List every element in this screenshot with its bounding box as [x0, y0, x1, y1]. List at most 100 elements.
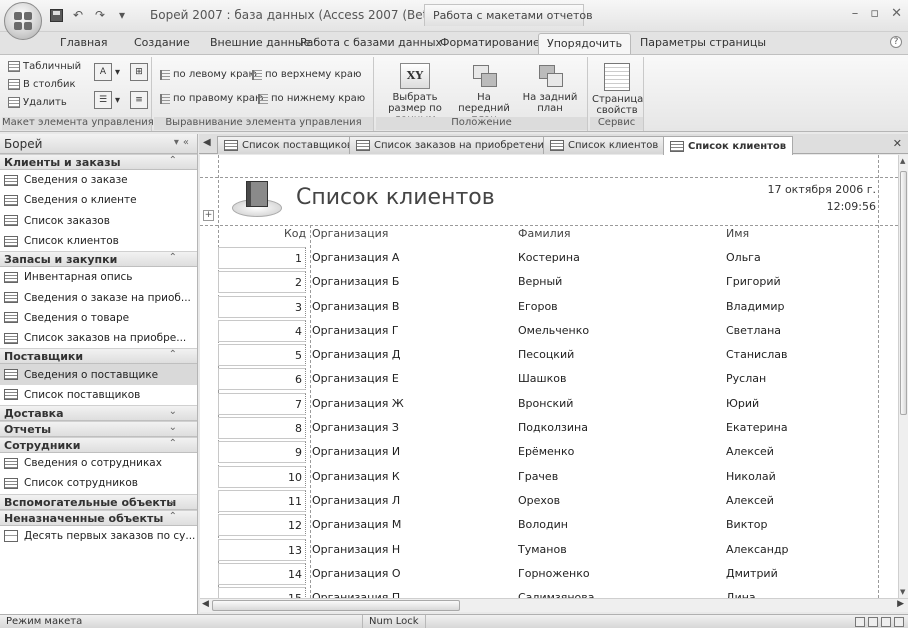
horizontal-scroll-thumb[interactable] — [212, 600, 460, 611]
row-id-cell[interactable]: 11 — [218, 489, 306, 512]
row-first-name-cell[interactable]: Екатерина — [726, 421, 788, 434]
row-last-name-cell[interactable]: Ерёменко — [518, 445, 574, 458]
remove-layout-button[interactable]: Удалить — [8, 97, 67, 108]
nav-group-header[interactable]: Неназначенные объекты ⌃ — [0, 509, 197, 526]
undo-icon[interactable]: ↶ — [70, 7, 86, 23]
nav-pane-header[interactable]: Борей ▾« — [0, 134, 197, 154]
row-last-name-cell[interactable]: Вронский — [518, 397, 573, 410]
minimize-icon[interactable]: – — [852, 6, 859, 21]
row-id-cell[interactable]: 1 — [218, 247, 306, 269]
row-organization-cell[interactable]: Организация Ж — [312, 397, 404, 410]
tabular-button[interactable]: Табличный — [8, 61, 81, 72]
row-organization-cell[interactable]: Организация И — [312, 445, 400, 458]
close-document-icon[interactable]: ✕ — [893, 137, 902, 150]
doc-tab-suppliers-list[interactable]: Список поставщиков — [217, 136, 360, 154]
size-to-fit-button[interactable]: XY Выбрать размер по данным — [382, 63, 448, 125]
vertical-scroll-thumb[interactable] — [900, 171, 907, 415]
nav-group-header[interactable]: Поставщики ⌃ — [0, 348, 197, 365]
print-preview-icon[interactable] — [868, 617, 878, 627]
office-button[interactable] — [4, 2, 42, 40]
tab-external-data[interactable]: Внешние данные — [210, 36, 310, 49]
row-id-cell[interactable]: 13 — [218, 538, 306, 561]
nav-item[interactable]: Список клиентов — [0, 231, 197, 251]
scroll-right-icon[interactable]: ▶ — [897, 599, 904, 609]
align-top-button[interactable]: по верхнему краю — [252, 69, 361, 80]
row-first-name-cell[interactable]: Дмитрий — [726, 567, 778, 580]
row-organization-cell[interactable]: Организация Л — [312, 494, 400, 507]
row-id-cell[interactable]: 15 — [218, 587, 306, 598]
row-last-name-cell[interactable]: Егоров — [518, 300, 558, 313]
row-last-name-cell[interactable]: Шашков — [518, 372, 566, 385]
row-organization-cell[interactable]: Организация О — [312, 567, 401, 580]
row-organization-cell[interactable]: Организация Е — [312, 372, 399, 385]
row-organization-cell[interactable]: Организация Н — [312, 543, 400, 556]
row-first-name-cell[interactable]: Ольга — [726, 251, 761, 264]
report-title[interactable]: Список клиентов — [296, 185, 495, 210]
tab-home[interactable]: Главная — [60, 36, 108, 49]
nav-item[interactable]: Сведения о сотрудниках — [0, 453, 197, 473]
row-first-name-cell[interactable]: Алексей — [726, 445, 774, 458]
horizontal-scrollbar[interactable]: ◀ ▶ — [200, 598, 908, 612]
scroll-up-icon[interactable]: ▲ — [900, 157, 905, 165]
row-id-cell[interactable]: 10 — [218, 465, 306, 488]
snap-to-grid-button[interactable]: ≡ — [130, 91, 148, 109]
collapse-chevron-icon[interactable]: ⌃ — [169, 155, 177, 166]
bring-to-front-button[interactable]: На передний план — [452, 63, 516, 125]
row-last-name-cell[interactable]: Костерина — [518, 251, 580, 264]
nav-item[interactable]: Сведения о клиенте — [0, 190, 197, 210]
row-first-name-cell[interactable]: Алексей — [726, 494, 774, 507]
row-organization-cell[interactable]: Организация К — [312, 470, 400, 483]
row-last-name-cell[interactable]: Верный — [518, 275, 562, 288]
row-first-name-cell[interactable]: Юрий — [726, 397, 759, 410]
nav-collapse-icon[interactable]: « — [183, 137, 193, 148]
row-id-cell[interactable]: 7 — [218, 392, 306, 415]
row-first-name-cell[interactable]: Николай — [726, 470, 776, 483]
row-id-cell[interactable]: 12 — [218, 514, 306, 537]
expand-chevron-icon[interactable]: ⌄ — [169, 406, 177, 417]
nav-item[interactable]: Список сотрудников — [0, 473, 197, 493]
align-left-button[interactable]: по левому краю — [160, 69, 257, 80]
nav-item[interactable]: Инвентарная опись — [0, 267, 197, 287]
nav-dropdown-icon[interactable]: ▾ — [174, 137, 183, 148]
stacked-button[interactable]: В столбик — [8, 79, 76, 90]
row-last-name-cell[interactable]: Горноженко — [518, 567, 590, 580]
report-datetime[interactable]: 17 октября 2006 г. 12:09:56 — [767, 181, 876, 215]
row-organization-cell[interactable]: Организация А — [312, 251, 399, 264]
row-id-cell[interactable]: 6 — [218, 368, 306, 391]
row-last-name-cell[interactable]: Салимзянова — [518, 591, 595, 598]
row-first-name-cell[interactable]: Григорий — [726, 275, 781, 288]
nav-item[interactable]: Сведения о товаре — [0, 308, 197, 328]
doc-tab-customers-list-form[interactable]: Список клиентов — [543, 136, 666, 154]
tab-create[interactable]: Создание — [134, 36, 190, 49]
collapse-chevron-icon[interactable]: ⌃ — [169, 349, 177, 360]
row-last-name-cell[interactable]: Грачев — [518, 470, 558, 483]
report-logo-icon[interactable] — [232, 181, 282, 217]
save-icon[interactable] — [48, 7, 64, 23]
expand-chevron-icon[interactable]: ⌄ — [169, 495, 177, 506]
column-header-organization[interactable]: Организация — [312, 227, 388, 240]
row-id-cell[interactable]: 14 — [218, 562, 306, 585]
send-to-back-button[interactable]: На задний план — [518, 63, 582, 114]
row-id-cell[interactable]: 5 — [218, 344, 306, 367]
column-header-first-name[interactable]: Имя — [726, 227, 749, 240]
help-icon[interactable]: ? — [890, 36, 902, 48]
property-sheet-button[interactable]: Страница свойств — [592, 63, 643, 116]
row-organization-cell[interactable]: Организация М — [312, 518, 401, 531]
vertical-scrollbar[interactable]: ▲ ▼ — [898, 155, 908, 598]
row-organization-cell[interactable]: Организация Б — [312, 275, 399, 288]
row-last-name-cell[interactable]: Песоцкий — [518, 348, 574, 361]
collapse-chevron-icon[interactable]: ⌃ — [169, 511, 177, 522]
nav-item[interactable]: Список заказов — [0, 211, 197, 231]
row-last-name-cell[interactable]: Омельченко — [518, 324, 589, 337]
scroll-down-icon[interactable]: ▼ — [900, 588, 905, 596]
doc-tab-customers-list-report[interactable]: Список клиентов — [663, 136, 794, 155]
row-last-name-cell[interactable]: Орехов — [518, 494, 560, 507]
row-first-name-cell[interactable]: Дина — [726, 591, 756, 598]
nav-item[interactable]: Список поставщиков — [0, 385, 197, 405]
control-margins-button[interactable]: A ▾ — [94, 63, 120, 81]
tab-page-setup[interactable]: Параметры страницы — [640, 36, 766, 49]
tab-scroll-left-icon[interactable]: ◀ — [203, 137, 211, 148]
tab-database-tools[interactable]: Работа с базами данных — [300, 36, 442, 49]
doc-tab-purchase-orders[interactable]: Список заказов на приобретение — [349, 136, 558, 154]
scroll-left-icon[interactable]: ◀ — [202, 599, 209, 609]
